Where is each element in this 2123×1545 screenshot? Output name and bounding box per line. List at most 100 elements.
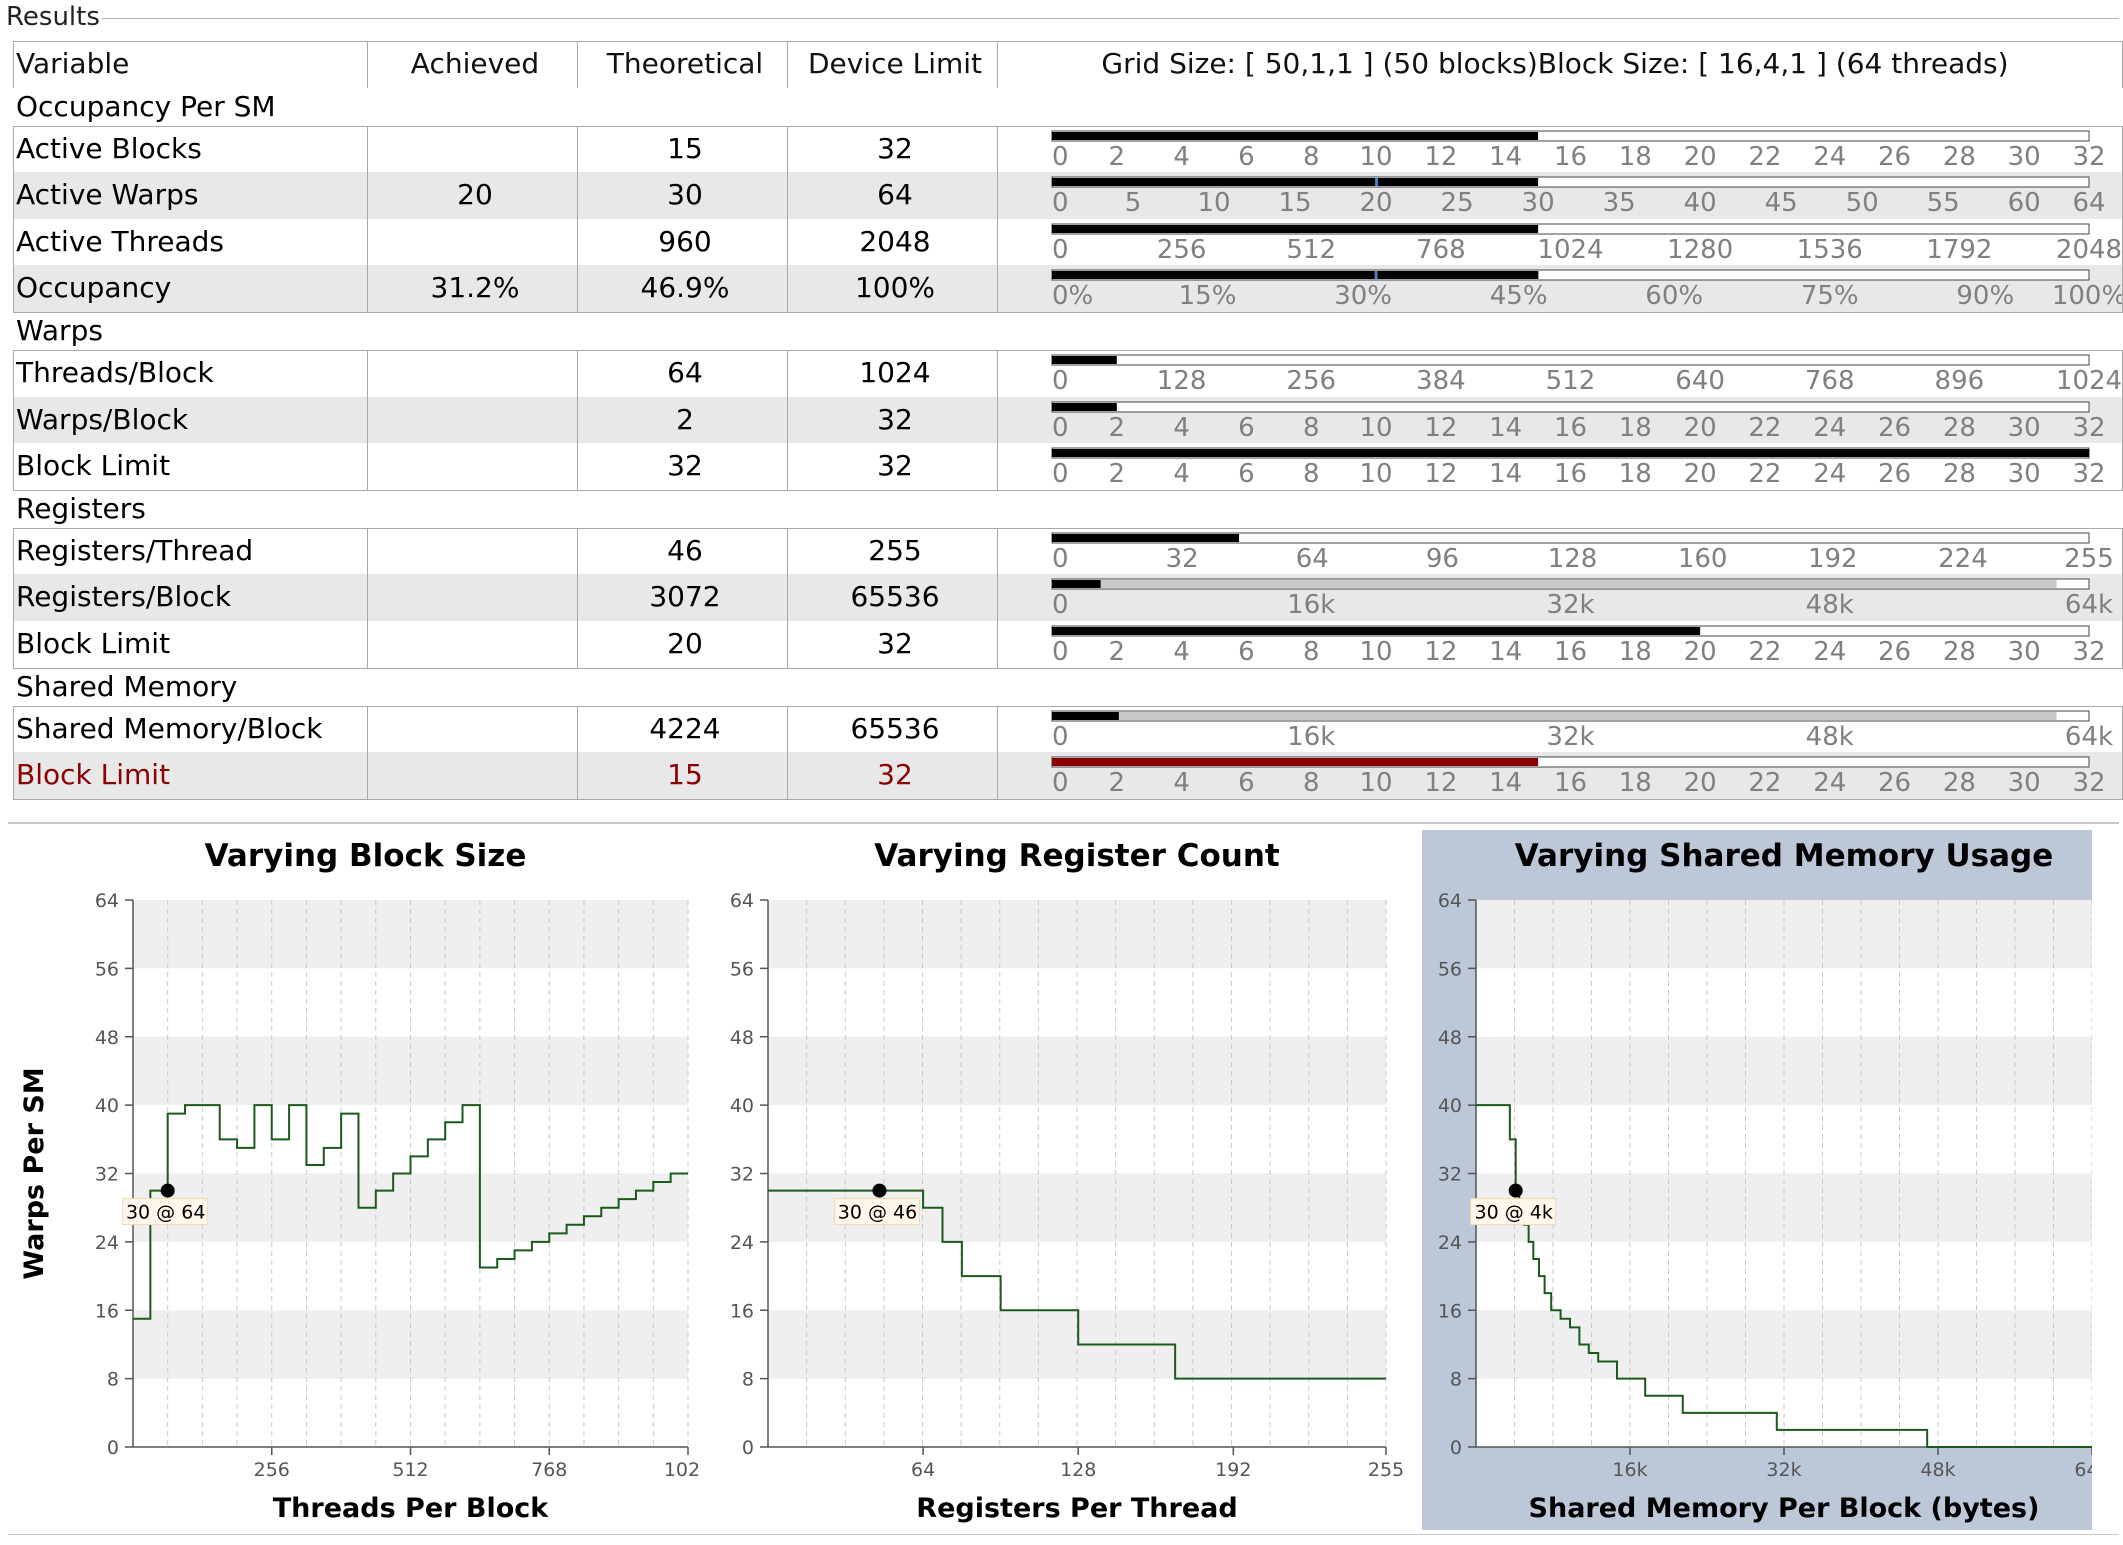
bar-tick-label: 20: [1684, 413, 1717, 443]
bar-tick-label: 0: [1052, 413, 1069, 443]
splitter[interactable]: [8, 822, 2119, 824]
bar-tick-label: 45%: [1490, 281, 1548, 311]
row-divider: [13, 527, 2123, 529]
bar-tick-label: 1024: [1537, 235, 1603, 265]
table-row: Active Threads 960 2048 0 256 512 768 1024 1280 1…: [13, 219, 2123, 266]
current-config-marker: [160, 1183, 175, 1198]
bar-tick-label: 1280: [1667, 235, 1733, 265]
column-divider: [367, 705, 368, 799]
bar-tick-label: 6: [1238, 413, 1255, 443]
bar-tick-label: 6: [1238, 768, 1255, 798]
occupancy-bar: 0 16k 32k 48k 64k: [1051, 578, 2113, 620]
section-title: Registers: [16, 491, 146, 525]
y-tick-label: 32: [1438, 1164, 1462, 1186]
shared-memory-chart-panel[interactable]: 0 8 16 24 32 40 48 56 64 16k 32k 48k 64k 30 @ 4k Varyi…: [1422, 830, 2092, 1530]
y-tick-label: 16: [95, 1300, 119, 1322]
bar-tick-label: 6: [1238, 459, 1255, 489]
y-tick-label: 48: [1438, 1027, 1462, 1049]
achieved-value: [370, 219, 580, 265]
variable-name: Registers/Block: [16, 580, 232, 614]
x-axis-label: Shared Memory Per Block (bytes): [1529, 1493, 2040, 1524]
occupancy-calculator-window: Results Variable Achieved Theoretical Devic…: [0, 0, 2123, 1545]
section-title: Occupancy Per SM: [16, 89, 276, 123]
y-tick-label: 40: [95, 1095, 119, 1117]
device-limit-value: 32: [877, 402, 913, 436]
device-limit-value: 32: [877, 758, 913, 792]
theoretical-value: 2: [676, 402, 694, 436]
bar-tick-label: 160: [1678, 544, 1728, 574]
column-divider: [997, 41, 998, 88]
y-tick-label: 32: [730, 1164, 754, 1186]
bar-theoretical-fill: [1052, 580, 1101, 589]
column-divider: [787, 41, 788, 88]
bar-theoretical-fill: [1052, 271, 1539, 280]
bar-tick-label: 5: [1125, 188, 1142, 218]
achieved-value: [370, 397, 580, 443]
column-divider: [997, 125, 998, 312]
section-header: Registers: [13, 490, 2123, 528]
bar-tick-label: 4: [1173, 413, 1190, 443]
bar-tick-label: 16: [1554, 768, 1587, 798]
bar-tick-label: 12: [1424, 142, 1457, 172]
x-tick-label: 192: [1215, 1459, 1251, 1481]
x-tick-label: 64k: [2074, 1459, 2092, 1481]
bar-theoretical-fill: [1052, 224, 1539, 233]
occupancy-bar: 0 5 10 15 20 25 30 35 40 45 50 55 60 64: [1051, 176, 2106, 218]
bar-tick-label: 20: [1684, 142, 1717, 172]
bar-tick-label: 0: [1052, 590, 1069, 620]
chart-title: Varying Shared Memory Usage: [1515, 838, 2054, 874]
bar-tick-label: 64: [2072, 188, 2105, 218]
bar-tick-label: 12: [1424, 459, 1457, 489]
bar-tick-label: 24: [1813, 637, 1846, 667]
bar-theoretical-fill: [1052, 711, 1119, 720]
variable-name: Shared Memory/Block: [16, 711, 323, 745]
bar-theoretical-fill: [1052, 356, 1117, 364]
column-divider: [367, 41, 368, 88]
device-limit-value: 32: [877, 131, 913, 165]
bar-tick-label: 16: [1554, 459, 1587, 489]
section-title: Warps: [16, 314, 103, 347]
y-tick-label: 16: [730, 1300, 754, 1322]
bar-tick-label: 28: [1943, 768, 1976, 798]
bar-tick-label: 64k: [2065, 722, 2113, 752]
theoretical-value: 64: [667, 356, 703, 389]
bar-capacity-fill: [1052, 711, 2057, 720]
variable-name: Block Limit: [16, 758, 171, 792]
bar-tick-label: 10: [1360, 637, 1393, 667]
register-count-chart-panel[interactable]: 0 8 16 24 32 40 48 56 64 64 128 192 255 30 @ 46 Varyin…: [700, 830, 1422, 1530]
bar-tick-label: 640: [1675, 366, 1725, 396]
achieved-value: [370, 574, 580, 620]
bar-tick-label: 14: [1489, 413, 1522, 443]
theoretical-value: 3072: [649, 580, 721, 614]
bar-tick-label: 512: [1286, 235, 1336, 265]
bar-tick-label: 28: [1943, 459, 1976, 489]
bar-tick-label: 12: [1424, 637, 1457, 667]
table-row: Block Limit 15 32 0 2 4 6 8 10 12 14 16 18 20 22 24 26 28…: [13, 752, 2123, 799]
chart-svg: 0 8 16 24 32 40 48 56 64 64 128 192 255 30 @ 46 Varyin…: [730, 838, 1404, 1524]
bar-tick-label: 55: [1927, 188, 1960, 218]
bar-tick-label: 32: [2072, 413, 2105, 443]
column-divider: [367, 125, 368, 312]
grid-block-size-info: Grid Size: [ 50,1,1 ] (50 blocks)Block S…: [1101, 47, 2009, 80]
chart-svg: 0 8 16 24 32 40 48 56 64 256 512 768 1024 30 @ 64 Vary…: [19, 838, 700, 1524]
bar-tick-label: 90%: [1956, 281, 2014, 311]
bar-tick-label: 0%: [1052, 281, 1093, 311]
bar-tick-label: 8: [1303, 413, 1320, 443]
bar-tick-label: 2: [1109, 413, 1126, 443]
bar-tick-label: 16k: [1287, 590, 1335, 620]
bar-tick-label: 768: [1805, 366, 1855, 396]
bar-tick-label: 128: [1157, 366, 1207, 396]
bar-tick-label: 256: [1157, 235, 1207, 265]
bar-tick-label: 896: [1935, 366, 1985, 396]
bar-tick-label: 4: [1173, 637, 1190, 667]
variable-name: Occupancy: [16, 271, 172, 305]
block-size-chart-panel[interactable]: 0 8 16 24 32 40 48 56 64 256 512 768 1024 30 @ 64 Vary…: [8, 830, 700, 1530]
bar-tick-label: 16: [1554, 637, 1587, 667]
bar-tick-label: 12: [1424, 413, 1457, 443]
device-limit-value: 100%: [854, 271, 936, 305]
table-row: Active Warps 20 30 64 0 5 10 15 20 25 30 35 40 45 50 55…: [13, 172, 2123, 219]
bar-tick-label: 192: [1808, 544, 1858, 574]
occupancy-bar: 0 16k 32k 48k 64k: [1051, 710, 2113, 752]
bar-tick-label: 18: [1619, 459, 1652, 489]
occupancy-bar: 0 128 256 384 512 640 768 896 1024: [1051, 354, 2122, 396]
